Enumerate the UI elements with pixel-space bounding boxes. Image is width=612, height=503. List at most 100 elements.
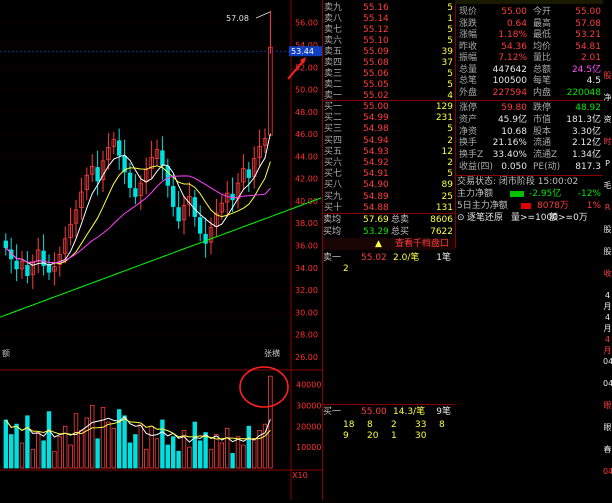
price-tick-label: 46.00 <box>295 130 318 139</box>
tick-toolbar: ⊙ 逐笔还原 量>=1000 额>=0万 <box>455 212 603 224</box>
main-net5-value: 8078万 <box>537 201 569 211</box>
price-tick-label: 36.00 <box>295 241 318 250</box>
quote-row: 总笔 100500 每笔 4.5 <box>455 75 603 87</box>
buy-level-row[interactable]: 买四 54.94 2 <box>323 135 455 147</box>
buy1-queue-item: 8 <box>439 420 445 430</box>
settings-icon[interactable]: ⊙ <box>457 212 465 224</box>
quote-row: 净资 10.68 股本 3.30亿 <box>455 126 603 138</box>
quote-row: 收益(四) 0.050 PE(动) 817.3 <box>455 161 603 173</box>
side-strip-label: 04 <box>603 357 612 366</box>
price-tick-label: 30.00 <box>295 308 318 317</box>
total-buy-value: 7622 <box>430 227 453 237</box>
quote-field: 现价 <box>459 7 478 17</box>
level-price: 54.99 <box>363 113 389 124</box>
side-strip-label: 资 <box>603 115 612 124</box>
level-volume: 129 <box>435 102 453 112</box>
quote-panel: 现价 55.00 今开 55.00 涨跌 0.64 最高 57.08 涨幅 1.18% 最低 53.2… <box>455 0 603 500</box>
level-volume: 5 <box>447 124 453 135</box>
volume-bar <box>3 419 8 469</box>
level-volume: 12 <box>441 146 453 157</box>
quote-field: 昨收 <box>459 41 478 52</box>
candle-body <box>25 265 30 276</box>
volume-bar <box>14 423 19 469</box>
main-net-label: 主力净额 <box>457 189 494 199</box>
main-net5-label: 5日主力净额 <box>457 201 508 211</box>
quote-field: 57.08 <box>575 18 601 29</box>
buy-level-row[interactable]: 买五 54.93 12 <box>323 146 455 158</box>
main-net5-bar <box>521 203 531 209</box>
buy-level-row[interactable]: 买十 54.88 131 <box>323 202 455 214</box>
level-volume: 2 <box>447 158 453 168</box>
side-strip-label: 股 <box>603 71 612 80</box>
quote-row: 振幅 7.12% 量比 2.01 <box>455 52 603 64</box>
buy-level-row[interactable]: 买三 54.98 5 <box>323 123 455 135</box>
quote-field: 股本 <box>533 126 552 137</box>
candle-body <box>127 172 133 188</box>
price-tick-label: 44.00 <box>295 152 318 161</box>
quote-field: 0.64 <box>506 18 527 29</box>
tick-restore-button[interactable]: 逐笔还原 <box>467 212 503 224</box>
quote-field: 均价 <box>533 41 552 52</box>
quote-row: 总量 447642 总额 24.5亿 <box>455 64 603 76</box>
candle-body <box>3 240 8 249</box>
quote-field: 45.9亿 <box>497 114 527 125</box>
book-divider <box>323 404 455 405</box>
kline-chart[interactable]: 56.0054.0052.0050.0048.0046.0044.0042.00… <box>0 0 322 500</box>
quote-field: 振幅 <box>459 53 478 63</box>
buy-level-row[interactable]: 买六 54.92 2 <box>323 157 455 169</box>
buy-level-row[interactable]: 买二 54.99 231 <box>323 112 455 124</box>
level-price: 55.00 <box>363 102 389 112</box>
main-net-bar <box>510 191 524 197</box>
volume-bar <box>95 438 100 469</box>
quote-field: 换手 <box>459 138 478 149</box>
view-thousand-book-label: 查看千档盘口 <box>395 239 450 249</box>
sell1-detail-count: 1笔 <box>436 253 451 263</box>
candle-body <box>246 169 251 178</box>
high-price-label: 57.08 <box>226 14 249 23</box>
candle-body <box>160 150 165 166</box>
quote-field: 33.40% <box>492 150 527 161</box>
volume-bar <box>46 411 52 469</box>
buy-level-row[interactable]: 买一 55.00 129 <box>323 101 455 113</box>
candle-body <box>133 188 138 197</box>
buy1-queue-item: 30 <box>415 431 427 441</box>
level-price: 54.98 <box>363 124 389 135</box>
level-label: 买二 <box>324 113 343 124</box>
buy-level-row[interactable]: 买七 54.91 5 <box>323 168 455 180</box>
kline-chart-panel[interactable]: 56.00 54.00 52.00 50.00 48.00 46.00 44.00 42.00… <box>0 0 322 500</box>
stock-title-bar <box>455 0 603 4</box>
volume-bar <box>165 444 170 469</box>
volume-bar <box>246 425 251 469</box>
side-info-strip: 股净资时 P 毛 R 股股收 4月 4月 4月 04 04 眼眼春 04 <box>603 0 612 500</box>
avg-buy-label: 买均 <box>323 227 342 237</box>
side-strip-label: 收 <box>603 269 612 278</box>
side-strip-label: 毛 <box>603 181 612 190</box>
side-strip-label: 时 <box>603 137 612 146</box>
sell1-queue-item: 2 <box>343 264 349 274</box>
level-label: 买十 <box>324 202 343 213</box>
quote-field: 55.00 <box>501 7 527 17</box>
view-thousand-book-button[interactable]: ▲ 查看千档盘口 <box>323 238 455 250</box>
quote-field: 181.3亿 <box>566 114 601 125</box>
level-volume: 131 <box>435 202 453 213</box>
amount-filter[interactable]: 额>=0万 <box>549 212 588 224</box>
buy-level-row[interactable]: 买九 54.89 25 <box>323 191 455 203</box>
total-sell-value: 8606 <box>430 215 453 225</box>
quote-field: 1.18% <box>498 30 527 40</box>
buy-level-row[interactable]: 买八 54.90 89 <box>323 179 455 191</box>
quote-field: 收益(四) <box>459 162 494 172</box>
price-tick-label: 26.00 <box>295 353 318 362</box>
quote-row: 换手Z 33.40% 流通Z 1.34亿 <box>455 149 603 161</box>
volume-bar <box>25 415 30 469</box>
level-price: 54.91 <box>363 169 389 180</box>
quote-field: 最高 <box>533 18 552 29</box>
indicator-label-right: 张横 <box>264 348 280 358</box>
quote-field: 24.5亿 <box>571 64 601 75</box>
quote-field: 10.68 <box>501 126 527 137</box>
volume-tick-label: 10000 <box>296 443 321 452</box>
buy1-queue-item: 9 <box>343 431 349 441</box>
volume-bar <box>122 415 127 469</box>
quote-field: 资产 <box>459 114 478 125</box>
quote-field: 220048 <box>566 87 601 98</box>
volume-bar <box>8 434 14 469</box>
